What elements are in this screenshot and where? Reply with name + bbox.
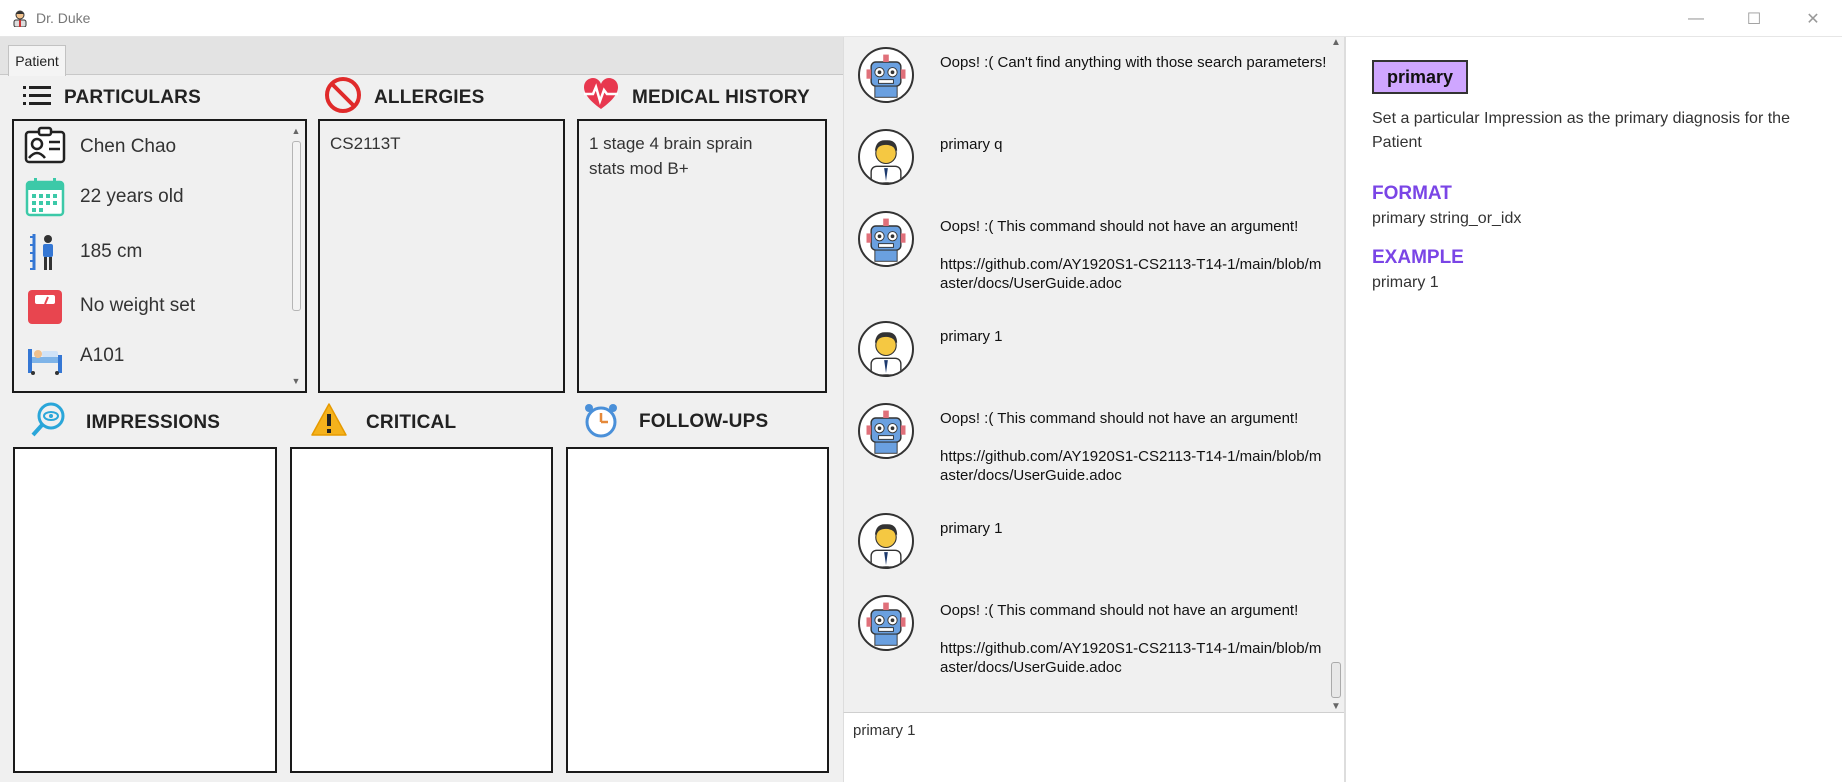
message-line: Oops! :( This command should not have an… — [940, 602, 1299, 619]
message-line — [940, 428, 1330, 447]
medical-history-heading: MEDICAL HISTORY — [632, 87, 810, 108]
message-text: primary 1 — [940, 519, 1330, 538]
prohibited-icon — [325, 77, 361, 113]
message-line: primary q — [940, 136, 1003, 153]
message-line: https://github.com/AY1920S1-CS2113-T14-1… — [940, 256, 1322, 273]
heartbeat-icon — [584, 78, 618, 109]
message-line — [940, 236, 1330, 255]
title-bar: Dr. Duke — ☐ ✕ — [0, 0, 1842, 37]
alarm-clock-icon — [585, 404, 617, 438]
close-button[interactable]: ✕ — [1784, 0, 1842, 37]
robot-avatar-icon — [858, 595, 914, 651]
critical-heading: CRITICAL — [366, 412, 457, 433]
minimize-button[interactable]: — — [1667, 0, 1725, 37]
chat-scrollbar[interactable]: ▲ ▼ — [1328, 37, 1343, 712]
window-title: Dr. Duke — [36, 10, 91, 26]
height-icon — [30, 234, 53, 270]
allergies-heading: ALLERGIES — [374, 87, 485, 108]
format-value: primary string_or_idx — [1372, 210, 1522, 227]
example-value: primary 1 — [1372, 274, 1439, 291]
robot-avatar-icon — [858, 403, 914, 459]
followups-heading: FOLLOW-UPS — [639, 411, 769, 432]
id-card-icon — [24, 126, 66, 164]
message-text: Oops! :( Can't find anything with those … — [940, 53, 1330, 72]
message-line: Oops! :( Can't find anything with those … — [940, 54, 1327, 71]
message-line: aster/docs/UserGuide.adoc — [940, 275, 1122, 292]
scroll-up-icon[interactable]: ▲ — [1330, 37, 1342, 48]
message-text: primary 1 — [940, 327, 1330, 346]
message-text: primary q — [940, 135, 1330, 154]
robot-avatar-icon — [858, 211, 914, 267]
message-text: Oops! :( This command should not have an… — [940, 409, 1330, 485]
command-input-area[interactable] — [843, 712, 1344, 782]
message-text: Oops! :( This command should not have an… — [940, 217, 1330, 293]
maximize-button[interactable]: ☐ — [1725, 0, 1783, 37]
tab-strip: Patient — [0, 37, 843, 76]
message-line — [940, 620, 1330, 639]
calendar-icon — [25, 178, 65, 217]
patient-panel: Patient PARTICULARS ALLERGIES MEDICAL HI… — [0, 37, 843, 782]
impressions-box — [13, 447, 277, 773]
message-line: https://github.com/AY1920S1-CS2113-T14-1… — [940, 448, 1322, 465]
particular-age-row: 22 years old — [24, 176, 184, 218]
doctor-app-icon — [13, 10, 27, 27]
patient-bed: A101 — [80, 345, 125, 366]
weighing-scale-icon — [28, 290, 62, 324]
scroll-down-icon[interactable]: ▼ — [290, 375, 302, 387]
particular-name-row: Chen Chao — [24, 126, 176, 168]
patient-name: Chen Chao — [80, 136, 177, 157]
scroll-down-icon[interactable]: ▼ — [1330, 701, 1342, 712]
warning-icon — [311, 403, 347, 436]
medical-history-item: 1 stage 4 brain sprain — [589, 134, 753, 153]
message-text: Oops! :( This command should not have an… — [940, 601, 1330, 677]
particular-weight-row: No weight set — [24, 285, 195, 327]
command-badge: primary — [1372, 60, 1469, 94]
message-line: Oops! :( This command should not have an… — [940, 218, 1299, 235]
message-line: Oops! :( This command should not have an… — [940, 410, 1299, 427]
message-line: primary 1 — [940, 328, 1003, 345]
hospital-bed-icon — [28, 349, 62, 375]
medical-history-item: stats mod B+ — [589, 159, 689, 178]
user-avatar-icon — [858, 129, 914, 185]
particulars-box: Chen Chao 22 years old 185 cm No weight … — [12, 119, 307, 393]
maximize-icon: ☐ — [1746, 10, 1762, 28]
patient-age: 22 years old — [80, 186, 184, 207]
followups-box — [566, 447, 829, 773]
tab-patient[interactable]: Patient — [8, 45, 66, 76]
particulars-heading: PARTICULARS — [64, 87, 201, 108]
allergy-item: CS2113T — [330, 134, 401, 153]
medical-history-list: 1 stage 4 brain sprain stats mod B+ — [589, 131, 753, 181]
particulars-scrollbar[interactable]: ▲ ▼ — [290, 125, 302, 387]
particular-bed-row: A101 — [24, 335, 124, 377]
close-icon: ✕ — [1806, 10, 1820, 28]
message-line: aster/docs/UserGuide.adoc — [940, 467, 1122, 484]
particular-height-row: 185 cm — [24, 231, 142, 273]
impressions-heading: IMPRESSIONS — [86, 412, 221, 433]
help-panel: primary Set a particular Impression as t… — [1344, 37, 1842, 782]
message-line: https://github.com/AY1920S1-CS2113-T14-1… — [940, 640, 1322, 657]
critical-box — [290, 447, 553, 773]
chat-panel: Oops! :( Can't find anything with those … — [843, 37, 1344, 712]
example-heading: EXAMPLE — [1372, 247, 1464, 268]
patient-height: 185 cm — [80, 241, 143, 262]
command-input[interactable] — [853, 719, 1323, 741]
minimize-icon: — — [1688, 9, 1704, 27]
message-line: aster/docs/UserGuide.adoc — [940, 659, 1122, 676]
message-line: primary 1 — [940, 520, 1003, 537]
medical-history-box: 1 stage 4 brain sprain stats mod B+ — [577, 119, 827, 393]
user-avatar-icon — [858, 513, 914, 569]
format-heading: FORMAT — [1372, 183, 1452, 204]
allergies-box: CS2113T — [318, 119, 565, 393]
patient-weight: No weight set — [80, 295, 196, 316]
scroll-up-icon[interactable]: ▲ — [290, 125, 302, 137]
magnifier-eye-icon — [31, 402, 65, 437]
scrollbar-thumb[interactable] — [1331, 662, 1341, 698]
command-description: Set a particular Impression as the prima… — [1372, 110, 1790, 151]
user-avatar-icon — [858, 321, 914, 377]
list-icon — [23, 86, 51, 105]
scrollbar-thumb[interactable] — [292, 141, 301, 311]
robot-avatar-icon — [858, 47, 914, 103]
